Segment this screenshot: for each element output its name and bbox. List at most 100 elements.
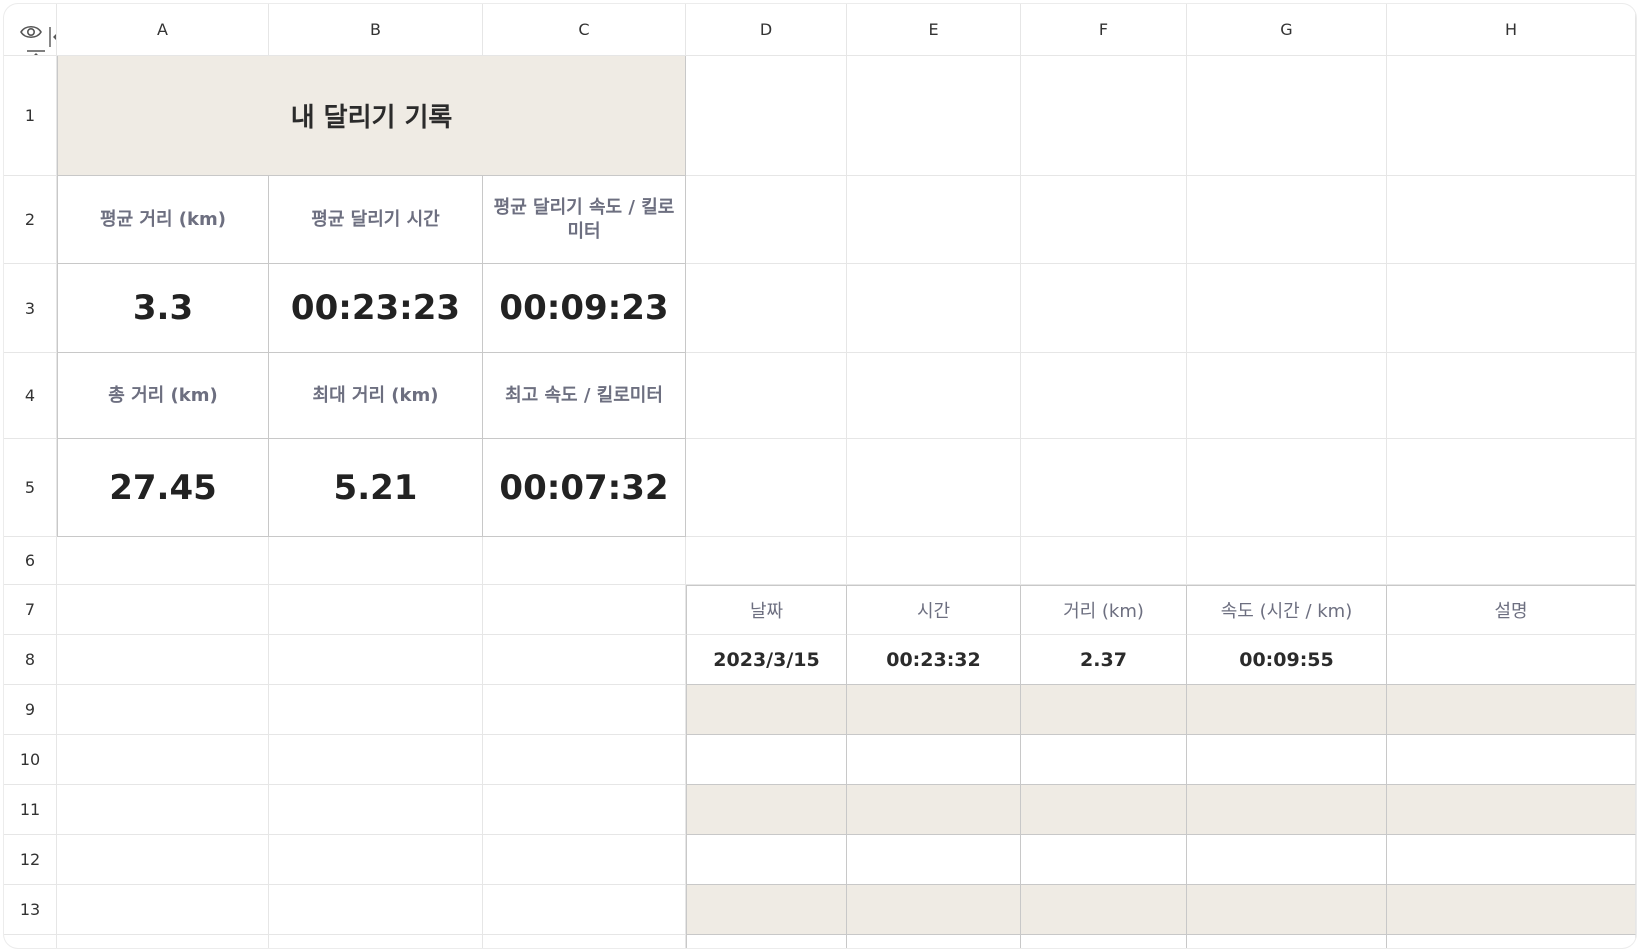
- cell-g3[interactable]: [1187, 264, 1387, 353]
- cell-a12[interactable]: [57, 835, 269, 885]
- log-cell-notes[interactable]: [1387, 685, 1636, 735]
- row-header-6[interactable]: 6: [4, 537, 57, 585]
- log-cell-date[interactable]: [686, 785, 847, 835]
- log-cell-pace[interactable]: [1187, 885, 1387, 935]
- log-cell-time[interactable]: 00:23:32: [847, 635, 1021, 685]
- column-header-e[interactable]: E: [847, 4, 1021, 56]
- cell-f2[interactable]: [1021, 176, 1187, 264]
- row-header-4[interactable]: 4: [4, 353, 57, 439]
- cell-d1[interactable]: [686, 56, 847, 176]
- row-header-10[interactable]: 10: [4, 735, 57, 785]
- row-header-3[interactable]: 3: [4, 264, 57, 353]
- avg-distance-label[interactable]: 평균 거리 (km): [57, 176, 269, 264]
- cell-e2[interactable]: [847, 176, 1021, 264]
- cell-g14[interactable]: [1187, 935, 1387, 948]
- cell-c8[interactable]: [483, 635, 686, 685]
- avg-pace-value[interactable]: 00:09:23: [483, 264, 686, 353]
- cell-d3[interactable]: [686, 264, 847, 353]
- row-header-12[interactable]: 12: [4, 835, 57, 885]
- cell-g6[interactable]: [1187, 537, 1387, 585]
- cell-f1[interactable]: [1021, 56, 1187, 176]
- row-header-11[interactable]: 11: [4, 785, 57, 835]
- row-header-partial[interactable]: [4, 935, 57, 948]
- column-header-h[interactable]: H: [1387, 4, 1636, 56]
- cell-c10[interactable]: [483, 735, 686, 785]
- log-cell-pace[interactable]: [1187, 685, 1387, 735]
- row-header-13[interactable]: 13: [4, 885, 57, 935]
- log-header-notes[interactable]: 설명: [1387, 585, 1636, 635]
- log-cell-distance[interactable]: 2.37: [1021, 635, 1187, 685]
- expand-rows-icon[interactable]: [24, 48, 48, 56]
- cell-g4[interactable]: [1187, 353, 1387, 439]
- cell-c12[interactable]: [483, 835, 686, 885]
- log-header-date[interactable]: 날짜: [686, 585, 847, 635]
- row-header-7[interactable]: 7: [4, 585, 57, 635]
- max-distance-value[interactable]: 5.21: [269, 439, 483, 537]
- log-cell-date[interactable]: [686, 735, 847, 785]
- log-cell-notes[interactable]: [1387, 885, 1636, 935]
- total-distance-label[interactable]: 총 거리 (km): [57, 353, 269, 439]
- cell-f5[interactable]: [1021, 439, 1187, 537]
- log-cell-pace[interactable]: [1187, 785, 1387, 835]
- cell-a14[interactable]: [57, 935, 269, 948]
- log-cell-distance[interactable]: [1021, 685, 1187, 735]
- log-cell-date[interactable]: [686, 885, 847, 935]
- column-header-a[interactable]: A: [57, 4, 269, 56]
- cell-c14[interactable]: [483, 935, 686, 948]
- row-header-2[interactable]: 2: [4, 176, 57, 264]
- cell-c9[interactable]: [483, 685, 686, 735]
- cell-f14[interactable]: [1021, 935, 1187, 948]
- cell-d4[interactable]: [686, 353, 847, 439]
- cell-f3[interactable]: [1021, 264, 1187, 353]
- log-cell-date[interactable]: [686, 835, 847, 885]
- log-cell-notes[interactable]: [1387, 835, 1636, 885]
- row-header-9[interactable]: 9: [4, 685, 57, 735]
- log-cell-distance[interactable]: [1021, 835, 1187, 885]
- avg-pace-label[interactable]: 평균 달리기 속도 / 킬로미터: [483, 176, 686, 264]
- cell-e4[interactable]: [847, 353, 1021, 439]
- column-header-f[interactable]: F: [1021, 4, 1187, 56]
- row-header-1[interactable]: 1: [4, 56, 57, 176]
- column-header-d[interactable]: D: [686, 4, 847, 56]
- cell-c13[interactable]: [483, 885, 686, 935]
- expand-columns-icon[interactable]: [46, 24, 57, 50]
- cell-h4[interactable]: [1387, 353, 1636, 439]
- cell-a10[interactable]: [57, 735, 269, 785]
- log-cell-time[interactable]: [847, 885, 1021, 935]
- column-header-b[interactable]: B: [269, 4, 483, 56]
- cell-b6[interactable]: [269, 537, 483, 585]
- cell-h2[interactable]: [1387, 176, 1636, 264]
- log-cell-pace[interactable]: [1187, 835, 1387, 885]
- total-distance-value[interactable]: 27.45: [57, 439, 269, 537]
- best-pace-label[interactable]: 최고 속도 / 킬로미터: [483, 353, 686, 439]
- cell-f6[interactable]: [1021, 537, 1187, 585]
- cell-a6[interactable]: [57, 537, 269, 585]
- best-pace-value[interactable]: 00:07:32: [483, 439, 686, 537]
- avg-time-value[interactable]: 00:23:23: [269, 264, 483, 353]
- cell-h6[interactable]: [1387, 537, 1636, 585]
- log-cell-notes[interactable]: [1387, 785, 1636, 835]
- avg-time-label[interactable]: 평균 달리기 시간: [269, 176, 483, 264]
- cell-b11[interactable]: [269, 785, 483, 835]
- cell-b9[interactable]: [269, 685, 483, 735]
- log-cell-notes[interactable]: [1387, 635, 1636, 685]
- log-header-time[interactable]: 시간: [847, 585, 1021, 635]
- log-cell-time[interactable]: [847, 835, 1021, 885]
- cell-a8[interactable]: [57, 635, 269, 685]
- column-header-g[interactable]: G: [1187, 4, 1387, 56]
- sheet-title[interactable]: 내 달리기 기록: [57, 56, 686, 176]
- log-cell-notes[interactable]: [1387, 735, 1636, 785]
- log-header-distance[interactable]: 거리 (km): [1021, 585, 1187, 635]
- cell-g5[interactable]: [1187, 439, 1387, 537]
- cell-h3[interactable]: [1387, 264, 1636, 353]
- cell-e14[interactable]: [847, 935, 1021, 948]
- row-header-8[interactable]: 8: [4, 635, 57, 685]
- cell-c6[interactable]: [483, 537, 686, 585]
- log-cell-time[interactable]: [847, 735, 1021, 785]
- column-header-c[interactable]: C: [483, 4, 686, 56]
- cell-e5[interactable]: [847, 439, 1021, 537]
- log-cell-date[interactable]: 2023/3/15: [686, 635, 847, 685]
- cell-e6[interactable]: [847, 537, 1021, 585]
- cell-e1[interactable]: [847, 56, 1021, 176]
- cell-a7[interactable]: [57, 585, 269, 635]
